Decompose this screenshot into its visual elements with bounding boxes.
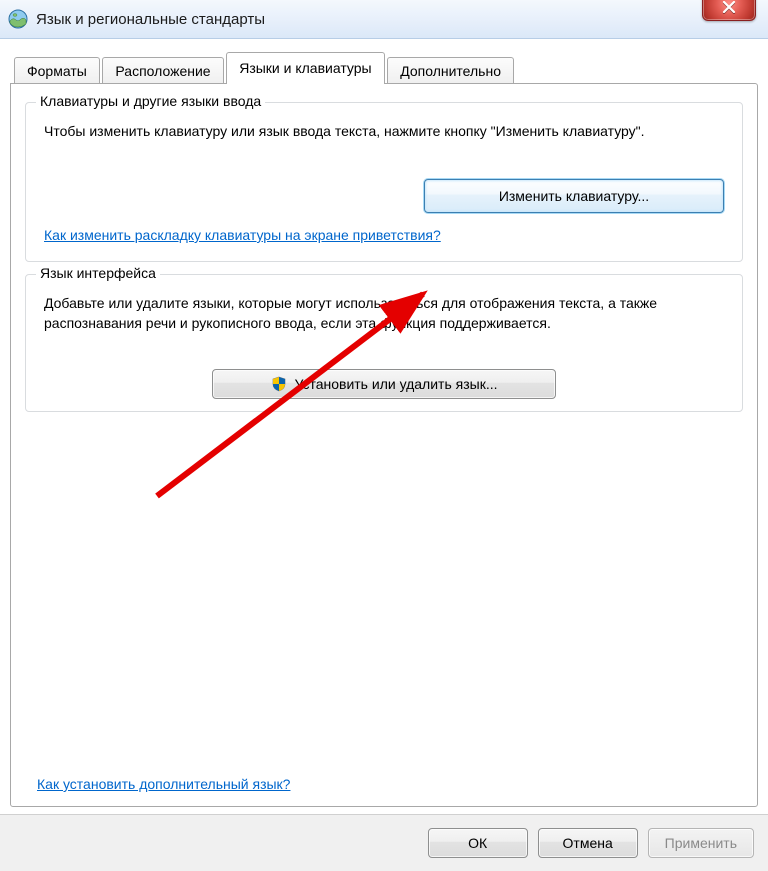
change-keyboard-button[interactable]: Изменить клавиатуру... xyxy=(424,179,724,213)
group-ui-language-desc: Добавьте или удалите языки, которые могу… xyxy=(44,293,724,334)
group-keyboards: Клавиатуры и другие языки ввода Чтобы из… xyxy=(25,102,743,262)
install-additional-language-link[interactable]: Как установить дополнительный язык? xyxy=(37,776,290,792)
tab-location[interactable]: Расположение xyxy=(102,57,223,85)
cancel-button[interactable]: Отмена xyxy=(538,828,638,858)
globe-icon xyxy=(8,9,28,29)
uac-shield-icon xyxy=(271,376,287,392)
dialog-button-row: ОК Отмена Применить xyxy=(0,814,768,871)
apply-button[interactable]: Применить xyxy=(648,828,754,858)
tab-panel-keyboards: Клавиатуры и другие языки ввода Чтобы из… xyxy=(10,83,758,807)
tab-strip: Форматы Расположение Языки и клавиатуры … xyxy=(10,51,758,84)
group-ui-language-legend: Язык интерфейса xyxy=(36,265,160,281)
group-ui-language: Язык интерфейса Добавьте или удалите язы… xyxy=(25,274,743,412)
close-button[interactable] xyxy=(702,0,756,21)
titlebar: Язык и региональные стандарты xyxy=(0,0,768,39)
install-remove-language-label: Установить или удалить язык... xyxy=(295,376,498,392)
window-title: Язык и региональные стандарты xyxy=(36,11,265,28)
close-icon xyxy=(722,1,736,13)
tab-keyboards[interactable]: Языки и клавиатуры xyxy=(226,52,384,84)
dialog-body: Форматы Расположение Языки и клавиатуры … xyxy=(0,39,768,807)
ok-button[interactable]: ОК xyxy=(428,828,528,858)
install-remove-language-button[interactable]: Установить или удалить язык... xyxy=(212,369,556,399)
tab-formats[interactable]: Форматы xyxy=(14,57,100,85)
tab-advanced[interactable]: Дополнительно xyxy=(387,57,514,85)
group-keyboards-legend: Клавиатуры и другие языки ввода xyxy=(36,93,265,109)
welcome-screen-layout-link[interactable]: Как изменить раскладку клавиатуры на экр… xyxy=(44,227,441,243)
group-keyboards-desc: Чтобы изменить клавиатуру или язык ввода… xyxy=(44,121,724,141)
